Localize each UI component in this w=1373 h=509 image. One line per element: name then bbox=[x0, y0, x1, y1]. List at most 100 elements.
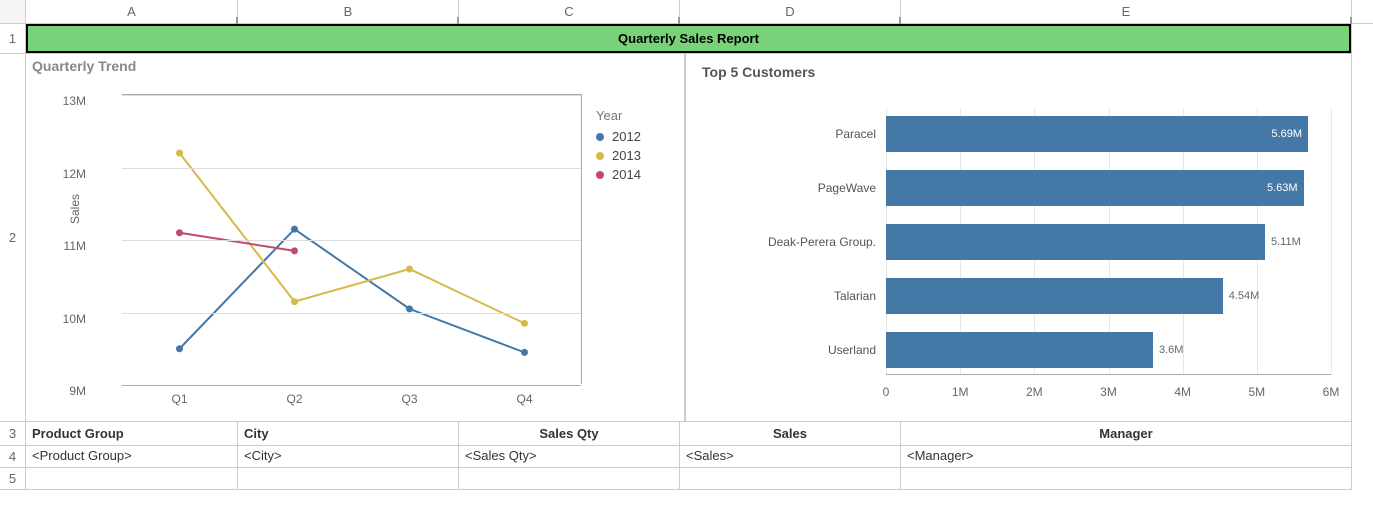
bar[interactable]: 5.63M bbox=[886, 170, 1304, 206]
row-header-1[interactable]: 1 bbox=[0, 24, 26, 54]
chart-title-trend: Quarterly Trend bbox=[32, 58, 684, 74]
legend-dot-icon bbox=[596, 152, 604, 160]
series-2013-pt bbox=[291, 298, 298, 305]
ytick: 9M bbox=[56, 384, 86, 398]
col-header-a[interactable]: A bbox=[26, 0, 238, 23]
legend-label: 2013 bbox=[612, 148, 641, 163]
series-2012-pt bbox=[291, 226, 298, 233]
placeholder-product-group: <Product Group> bbox=[26, 446, 237, 465]
bar-row: Paracel 5.69M bbox=[886, 116, 1331, 152]
cell-e3[interactable]: Manager bbox=[901, 422, 1352, 446]
ytick: 10M bbox=[56, 312, 86, 326]
corner-cell bbox=[0, 0, 26, 23]
legend-item-2013[interactable]: 2013 bbox=[596, 148, 641, 163]
xtick: Q4 bbox=[516, 392, 532, 406]
legend: Year 2012 2013 2014 bbox=[596, 108, 641, 186]
bxtick: 1M bbox=[952, 385, 969, 399]
row-5: 5 bbox=[0, 468, 1373, 490]
bar-value: 5.63M bbox=[1267, 182, 1298, 194]
cell-a3[interactable]: Product Group bbox=[26, 422, 238, 446]
header-city: City bbox=[238, 422, 458, 445]
spreadsheet-sheet: A B C D E 1 Quarterly Sales Report 2 Qua… bbox=[0, 0, 1373, 509]
bar-row: PageWave 5.63M bbox=[886, 170, 1331, 206]
row-header-4[interactable]: 4 bbox=[0, 446, 26, 468]
ytick: 12M bbox=[56, 167, 86, 181]
cell-c5[interactable] bbox=[459, 468, 680, 490]
placeholder-sales-qty: <Sales Qty> bbox=[459, 446, 679, 465]
cell-b4[interactable]: <City> bbox=[238, 446, 459, 468]
legend-item-2012[interactable]: 2012 bbox=[596, 129, 641, 144]
cell-d5[interactable] bbox=[680, 468, 901, 490]
header-sales: Sales bbox=[680, 422, 900, 445]
row-header-3[interactable]: 3 bbox=[0, 422, 26, 446]
bxtick: 5M bbox=[1248, 385, 1265, 399]
series-2013-line bbox=[180, 153, 525, 323]
bar[interactable] bbox=[886, 278, 1223, 314]
bar[interactable] bbox=[886, 224, 1265, 260]
bxtick: 4M bbox=[1174, 385, 1191, 399]
bar-category: PageWave bbox=[818, 181, 886, 195]
row-4: 4 <Product Group> <City> <Sales Qty> <Sa… bbox=[0, 446, 1373, 468]
bxtick: 0 bbox=[883, 385, 890, 399]
col-header-b[interactable]: B bbox=[238, 0, 459, 23]
cell-c3[interactable]: Sales Qty bbox=[459, 422, 680, 446]
bar-value: 3.6M bbox=[1159, 344, 1183, 356]
series-2012-line bbox=[180, 229, 525, 352]
bar-value: 5.69M bbox=[1271, 128, 1302, 140]
cell-charts[interactable]: Quarterly Trend Sales 9M 10M 11M 12M 13M bbox=[26, 54, 1352, 422]
chart-title-customers: Top 5 Customers bbox=[702, 64, 1337, 80]
legend-label: 2014 bbox=[612, 167, 641, 182]
bar-category: Talarian bbox=[834, 289, 886, 303]
cell-c4[interactable]: <Sales Qty> bbox=[459, 446, 680, 468]
series-2014-pt bbox=[176, 229, 183, 236]
cell-a1-e1[interactable]: Quarterly Sales Report bbox=[26, 24, 1352, 54]
ytick: 13M bbox=[56, 94, 86, 108]
legend-item-2014[interactable]: 2014 bbox=[596, 167, 641, 182]
placeholder-manager: <Manager> bbox=[901, 446, 1351, 465]
cell-d3[interactable]: Sales bbox=[680, 422, 901, 446]
charts-holder: Quarterly Trend Sales 9M 10M 11M 12M 13M bbox=[26, 54, 1351, 421]
row-header-5[interactable]: 5 bbox=[0, 468, 26, 490]
legend-dot-icon bbox=[596, 133, 604, 141]
row-3: 3 Product Group City Sales Qty Sales Man… bbox=[0, 422, 1373, 446]
quarterly-trend-chart[interactable]: Quarterly Trend Sales 9M 10M 11M 12M 13M bbox=[26, 54, 686, 421]
cell-d4[interactable]: <Sales> bbox=[680, 446, 901, 468]
cell-e4[interactable]: <Manager> bbox=[901, 446, 1352, 468]
cell-a5[interactable] bbox=[26, 468, 238, 490]
xtick: Q1 bbox=[171, 392, 187, 406]
header-sales-qty: Sales Qty bbox=[459, 422, 679, 445]
bar[interactable] bbox=[886, 332, 1153, 368]
bar-row: Deak-Perera Group. 5.11M bbox=[886, 224, 1331, 260]
series-2014-pt bbox=[291, 247, 298, 254]
series-2013-pt bbox=[406, 266, 413, 273]
bar-category: Userland bbox=[828, 343, 886, 357]
bar-row: Userland 3.6M bbox=[886, 332, 1331, 368]
cell-e5[interactable] bbox=[901, 468, 1352, 490]
col-header-e[interactable]: E bbox=[901, 0, 1352, 23]
cell-b3[interactable]: City bbox=[238, 422, 459, 446]
row-2: 2 Quarterly Trend Sales 9M 10M 11M 12M 1… bbox=[0, 54, 1373, 422]
bar-category: Paracel bbox=[835, 127, 886, 141]
bxtick: 2M bbox=[1026, 385, 1043, 399]
column-headers: A B C D E bbox=[0, 0, 1373, 24]
series-2013-pt bbox=[521, 320, 528, 327]
bar[interactable]: 5.69M bbox=[886, 116, 1308, 152]
report-title: Quarterly Sales Report bbox=[618, 31, 759, 46]
top-customers-chart[interactable]: Top 5 Customers 0 1M 2M bbox=[686, 54, 1351, 421]
bar-value: 5.11M bbox=[1271, 236, 1301, 248]
bar-category: Deak-Perera Group. bbox=[768, 235, 886, 249]
series-2012-pt bbox=[176, 345, 183, 352]
col-header-d[interactable]: D bbox=[680, 0, 901, 23]
cell-a4[interactable]: <Product Group> bbox=[26, 446, 238, 468]
col-header-c[interactable]: C bbox=[459, 0, 680, 23]
y-axis-label: Sales bbox=[68, 194, 82, 224]
cell-b5[interactable] bbox=[238, 468, 459, 490]
series-2014-line bbox=[180, 233, 295, 251]
header-product-group: Product Group bbox=[26, 422, 237, 445]
bar-row: Talarian 4.54M bbox=[886, 278, 1331, 314]
xtick: Q2 bbox=[286, 392, 302, 406]
header-manager: Manager bbox=[901, 422, 1351, 445]
placeholder-city: <City> bbox=[238, 446, 458, 465]
series-2012-pt bbox=[406, 305, 413, 312]
row-header-2[interactable]: 2 bbox=[0, 54, 26, 422]
